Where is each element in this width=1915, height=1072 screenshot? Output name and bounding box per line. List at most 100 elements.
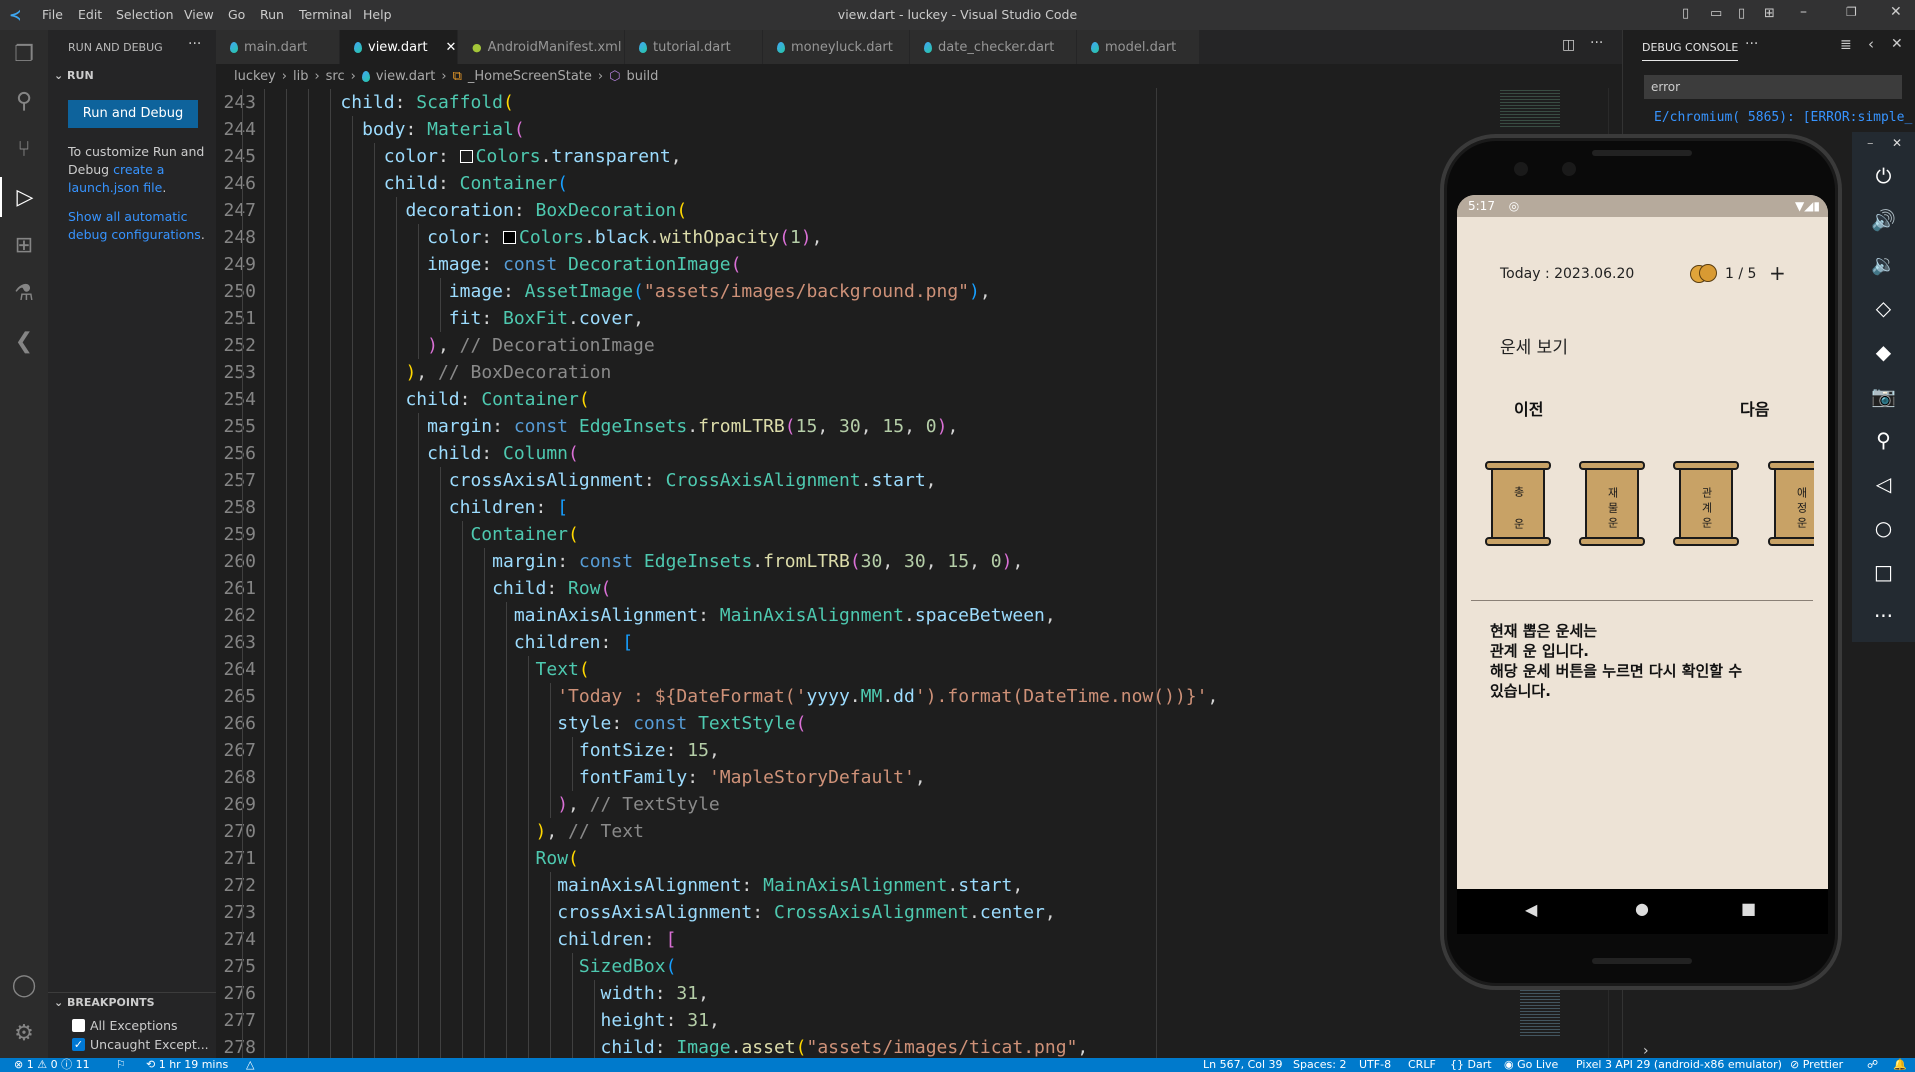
code-text[interactable]: margin: const EdgeInsets.fromLTRB(15, 30… <box>232 413 958 440</box>
breadcrumb-item[interactable]: luckey <box>234 69 276 84</box>
checkbox-checked-icon[interactable]: ✓ <box>72 1038 85 1051</box>
code-line[interactable]: 273crossAxisAlignment: CrossAxisAlignmen… <box>216 899 1622 926</box>
code-text[interactable]: ), // TextStyle <box>232 791 720 818</box>
code-line[interactable]: 270), // Text <box>216 818 1622 845</box>
flutter-status-icon[interactable]: △ <box>246 1058 254 1072</box>
language-mode[interactable]: {} Dart <box>1450 1058 1492 1072</box>
debug-launch-icon[interactable]: ⚐ <box>116 1058 126 1072</box>
color-swatch[interactable] <box>502 231 516 244</box>
clear-console-icon[interactable]: ≣ <box>1840 37 1852 53</box>
code-line[interactable]: 245color: Colors.transparent, <box>216 143 1622 170</box>
prettier[interactable]: ⊘ Prettier <box>1790 1058 1843 1072</box>
minimize-icon[interactable]: – <box>1800 4 1807 20</box>
code-text[interactable]: ), // Text <box>232 818 644 845</box>
volume-up-icon[interactable]: 🔊 <box>1852 208 1915 232</box>
encoding[interactable]: UTF-8 <box>1359 1058 1391 1072</box>
power-icon[interactable]: ⏻ <box>1852 164 1915 188</box>
code-text[interactable]: child: Image.asset("assets/images/ticat.… <box>232 1034 1088 1058</box>
code-text[interactable]: height: 31, <box>232 1007 720 1034</box>
code-text[interactable]: decoration: BoxDecoration( <box>232 197 687 224</box>
code-line[interactable]: 269), // TextStyle <box>216 791 1622 818</box>
tab-main-dart[interactable]: main.dart <box>216 30 340 64</box>
code-line[interactable]: 251fit: BoxFit.cover, <box>216 305 1622 332</box>
close-emulator-icon[interactable]: ✕ <box>1892 136 1902 150</box>
cursor-position[interactable]: Ln 567, Col 39 <box>1203 1058 1283 1072</box>
code-line[interactable]: 274children: [ <box>216 926 1622 953</box>
run-section-header[interactable]: ⌄ RUN <box>54 69 94 82</box>
more-actions-icon[interactable]: ··· <box>188 36 201 52</box>
code-text[interactable]: crossAxisAlignment: CrossAxisAlignment.c… <box>232 899 1056 926</box>
code-line[interactable]: 264Text( <box>216 656 1622 683</box>
search-icon[interactable]: ⚲ <box>0 81 48 121</box>
accounts-icon[interactable]: ◯ <box>0 965 48 1005</box>
code-text[interactable]: 'Today : ${DateFormat('yyyy.MM.dd').form… <box>232 683 1218 710</box>
breadcrumb-item[interactable]: _HomeScreenState <box>468 69 592 84</box>
add-ticket-button[interactable]: + <box>1769 261 1786 285</box>
code-text[interactable]: image: AssetImage("assets/images/backgro… <box>232 278 991 305</box>
go-live[interactable]: ◉ Go Live <box>1504 1058 1558 1072</box>
code-text[interactable]: image: const DecorationImage( <box>232 251 741 278</box>
tab-tutorial-dart[interactable]: tutorial.dart <box>625 30 763 64</box>
code-text[interactable]: Text( <box>232 656 590 683</box>
code-line[interactable]: 260margin: const EdgeInsets.fromLTRB(30,… <box>216 548 1622 575</box>
code-line[interactable]: 252), // DecorationImage <box>216 332 1622 359</box>
collapse-panel-icon[interactable]: ‹ <box>1868 35 1874 53</box>
camera-icon[interactable]: 📷 <box>1852 384 1915 408</box>
code-line[interactable]: 271Row( <box>216 845 1622 872</box>
run-debug-icon[interactable]: ▷ <box>0 177 48 217</box>
code-text[interactable]: color: Colors.black.withOpacity(1), <box>232 224 822 251</box>
tab-debug-console[interactable]: DEBUG CONSOLE <box>1642 41 1739 61</box>
color-swatch[interactable] <box>459 150 473 163</box>
toggle-sidebar-icon[interactable]: ▯ <box>1682 6 1689 21</box>
chevron-right-icon[interactable]: › <box>1643 1043 1649 1059</box>
code-text[interactable]: ), // BoxDecoration <box>232 359 611 386</box>
volume-down-icon[interactable]: 🔉 <box>1852 252 1915 276</box>
more-actions-icon[interactable]: ··· <box>1745 36 1758 52</box>
overview-icon[interactable]: □ <box>1852 560 1915 584</box>
code-text[interactable]: ), // DecorationImage <box>232 332 655 359</box>
close-window-icon[interactable]: ✕ <box>1890 4 1902 20</box>
code-line[interactable]: 246child: Container( <box>216 170 1622 197</box>
toggle-panel-icon[interactable]: ▭ <box>1710 6 1722 21</box>
code-text[interactable]: width: 31, <box>232 980 709 1007</box>
customize-layout-icon[interactable]: ⊞ <box>1764 6 1775 21</box>
code-line[interactable]: 265'Today : ${DateFormat('yyyy.MM.dd').f… <box>216 683 1622 710</box>
time-tracker[interactable]: ⟲ 1 hr 19 mins <box>146 1058 228 1072</box>
checkbox-unchecked[interactable] <box>72 1019 85 1032</box>
code-line[interactable]: 256child: Column( <box>216 440 1622 467</box>
prev-button[interactable]: 이전 <box>1514 396 1543 420</box>
tab-android-manifest[interactable]: ● AndroidManifest.xml <box>458 30 625 64</box>
split-editor-icon[interactable]: ◫ <box>1562 37 1575 53</box>
code-line[interactable]: 244body: Material( <box>216 116 1622 143</box>
code-text[interactable]: children: [ <box>232 629 633 656</box>
code-line[interactable]: 272mainAxisAlignment: MainAxisAlignment.… <box>216 872 1622 899</box>
rotate-left-icon[interactable]: ◇ <box>1852 296 1915 320</box>
code-text[interactable]: crossAxisAlignment: CrossAxisAlignment.s… <box>232 467 937 494</box>
breadcrumb-item[interactable]: src <box>326 69 345 84</box>
code-line[interactable]: 250image: AssetImage("assets/images/back… <box>216 278 1622 305</box>
indentation[interactable]: Spaces: 2 <box>1293 1058 1346 1072</box>
tab-model-dart[interactable]: model.dart <box>1077 30 1200 64</box>
code-line[interactable]: 266style: const TextStyle( <box>216 710 1622 737</box>
problems-indicator[interactable]: ⊗ 1 ⚠ 0 ⓘ 11 <box>14 1058 90 1072</box>
recents-nav-icon[interactable]: ■ <box>1741 899 1756 918</box>
back-nav-icon[interactable]: ◀ <box>1525 900 1537 919</box>
code-line[interactable]: 247decoration: BoxDecoration( <box>216 197 1622 224</box>
code-text[interactable]: color: Colors.transparent, <box>232 143 682 170</box>
flutter-icon[interactable]: ❮ <box>0 321 48 361</box>
tab-moneyluck-dart[interactable]: moneyluck.dart <box>763 30 910 64</box>
code-line[interactable]: 257crossAxisAlignment: CrossAxisAlignmen… <box>216 467 1622 494</box>
breadcrumb-item[interactable]: view.dart <box>376 69 436 84</box>
code-line[interactable]: 275SizedBox( <box>216 953 1622 980</box>
home-nav-icon[interactable]: ● <box>1635 899 1649 918</box>
code-text[interactable]: child: Scaffold( <box>232 89 514 116</box>
fortune-scroll-button[interactable]: 관계운 <box>1673 461 1739 547</box>
code-line[interactable]: 261child: Row( <box>216 575 1622 602</box>
home-icon[interactable]: ○ <box>1852 516 1915 540</box>
code-editor[interactable]: 243child: Scaffold(244body: Material(245… <box>216 88 1622 1058</box>
code-line[interactable]: 262mainAxisAlignment: MainAxisAlignment.… <box>216 602 1622 629</box>
code-line[interactable]: 263children: [ <box>216 629 1622 656</box>
breadcrumb-item[interactable]: lib <box>293 69 308 84</box>
code-text[interactable]: Row( <box>232 845 579 872</box>
code-text[interactable]: child: Container( <box>232 170 568 197</box>
